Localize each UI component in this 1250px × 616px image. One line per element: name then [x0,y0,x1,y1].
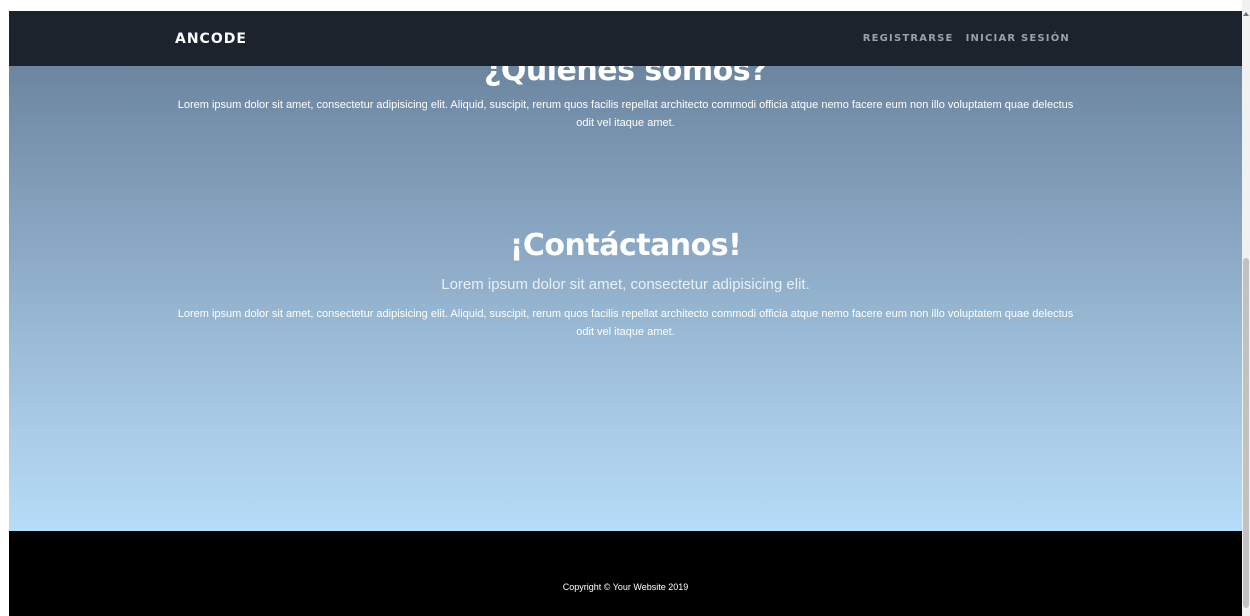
nav-links: REGISTRARSE INICIAR SESIÓN [863,33,1070,44]
contact-title: ¡Contáctanos! [509,228,742,263]
main-content: ¿Quiénes somos? Lorem ipsum dolor sit am… [9,11,1242,531]
page: ¿Quiénes somos? Lorem ipsum dolor sit am… [9,11,1242,616]
register-link[interactable]: REGISTRARSE [863,33,954,44]
contact-section: ¡Contáctanos! Lorem ipsum dolor sit amet… [9,221,1242,341]
scroll-up-arrow-icon[interactable] [1243,12,1249,16]
contact-text: Lorem ipsum dolor sit amet, consectetur … [177,308,1074,338]
brand-logo[interactable]: ANCODE [175,31,247,47]
scroll-thumb[interactable] [1243,258,1249,608]
login-link[interactable]: INICIAR SESIÓN [966,33,1070,44]
scrollbar[interactable] [1242,0,1250,616]
about-text: Lorem ipsum dolor sit amet, consectetur … [177,99,1074,129]
footer: Copyright © Your Website 2019 [9,531,1242,616]
contact-subtitle: Lorem ipsum dolor sit amet, consectetur … [441,276,810,293]
copyright-text: Copyright © Your Website 2019 [562,582,689,592]
navbar: ANCODE REGISTRARSE INICIAR SESIÓN [9,11,1242,66]
